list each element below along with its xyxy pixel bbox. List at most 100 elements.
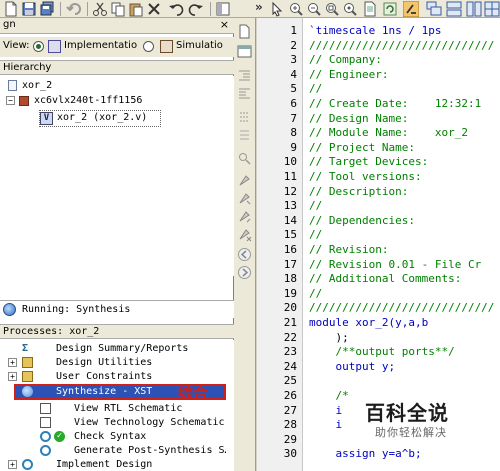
code-line: // Company: — [309, 53, 382, 67]
new-file-icon[interactable] — [3, 1, 19, 17]
zoom-fit-icon[interactable] — [342, 1, 358, 17]
undo-disabled-icon[interactable] — [66, 1, 82, 17]
process-item-label: View Technology Schematic — [74, 417, 225, 428]
process-item-generate-post-synthesis[interactable]: Generate Post-Synthesis S… — [40, 444, 226, 457]
synthesize-icon — [22, 386, 33, 397]
tile-vertical-icon[interactable] — [466, 1, 482, 17]
line-number: 29 — [283, 432, 297, 446]
document-icon[interactable] — [237, 24, 252, 39]
pointer-icon[interactable] — [270, 1, 286, 17]
implementation-radio[interactable] — [33, 41, 44, 52]
hierarchy-tree: xor_2 − xc6vlx240t-1ff1156 V xor_2 (xor_… — [0, 76, 234, 276]
copy-icon[interactable] — [110, 1, 126, 17]
zoom-out-icon[interactable] — [306, 1, 322, 17]
code-line: output y; — [309, 359, 396, 373]
find-icon[interactable] — [237, 151, 252, 166]
save-icon[interactable] — [21, 1, 37, 17]
cascade-icon[interactable] — [426, 1, 442, 17]
document-icon[interactable] — [362, 1, 378, 17]
folder-icon — [22, 357, 33, 368]
redo-icon[interactable] — [188, 1, 204, 17]
panel-toggle-icon[interactable] — [215, 1, 231, 17]
cut-icon[interactable] — [92, 1, 108, 17]
code-line: /**output ports**/ — [309, 345, 455, 359]
code-line: // Description: — [309, 184, 409, 198]
line-number: 23 — [283, 345, 297, 359]
tree-item-module[interactable]: V xor_2 (xor_2.v) — [39, 110, 161, 127]
tile-horizontal-icon[interactable] — [446, 1, 462, 17]
code-line: // Tool versions: — [309, 170, 422, 183]
line-number: 21 — [283, 316, 297, 329]
process-item-label: Synthesize - XST — [56, 386, 153, 397]
zoom-full-icon[interactable] — [324, 1, 340, 17]
back-icon[interactable] — [237, 247, 252, 262]
process-item-label: Design Summary/Reports — [56, 343, 189, 354]
undo-icon[interactable] — [168, 1, 184, 17]
bookmark-next-icon[interactable] — [237, 191, 252, 206]
implement-icon — [22, 459, 33, 470]
paste-icon[interactable] — [128, 1, 144, 17]
close-icon[interactable]: × — [220, 18, 229, 31]
summary-icon: Σ — [22, 343, 29, 354]
expand-icon[interactable]: + — [8, 460, 17, 469]
watermark-title: 百科全说 — [365, 401, 449, 425]
code-line: ); — [309, 330, 349, 344]
code-line: // Create Date: 12:32:1 — [309, 97, 482, 110]
code-line: // Module Name: xor_2 — [309, 126, 468, 140]
comment-icon[interactable] — [237, 110, 252, 125]
uncomment-icon[interactable] — [237, 128, 252, 143]
line-number: 11 — [283, 170, 297, 183]
code-line: //////////////////////////// — [309, 301, 495, 315]
simulation-icon — [160, 40, 173, 53]
code-line: i — [309, 418, 343, 432]
refresh-icon — [40, 431, 51, 442]
code-line: // Design Name: — [309, 111, 409, 125]
running-status-text: Running: Synthesis — [22, 304, 131, 315]
watermark-subtitle: 助你轻松解决 — [375, 426, 447, 439]
tree-item-label: xor_2 — [22, 80, 53, 91]
bookmark-prev-icon[interactable] — [237, 209, 252, 224]
check-icon: ✓ — [54, 431, 65, 442]
code-line: // Dependencies: — [309, 213, 415, 227]
simulation-option-label[interactable]: Simulatio — [176, 40, 234, 51]
implementation-option-label[interactable]: Implementatio — [64, 40, 142, 51]
line-number: 25 — [283, 374, 297, 388]
split-window-icon[interactable] — [484, 1, 500, 17]
view-label: View: — [3, 40, 30, 51]
expand-icon[interactable]: + — [8, 358, 17, 367]
forward-icon[interactable] — [237, 265, 252, 280]
bookmark-set-icon[interactable] — [237, 173, 252, 188]
verilog-file-icon: V — [40, 112, 53, 125]
line-number: 6 — [290, 97, 297, 110]
line-number: 19 — [283, 286, 297, 300]
code-line: // Target Devices: — [309, 155, 429, 169]
line-number: 4 — [290, 67, 297, 81]
indent-icon[interactable] — [237, 68, 252, 83]
line-number: 26 — [283, 389, 297, 402]
simulation-radio[interactable] — [143, 41, 154, 52]
design-panel-tab[interactable]: gn × — [0, 18, 234, 34]
chip-icon — [19, 96, 29, 106]
code-line: // — [309, 199, 323, 213]
more-chevron-icon[interactable]: » — [255, 0, 263, 14]
outdent-icon[interactable] — [237, 86, 252, 101]
line-number: 20 — [283, 301, 297, 315]
code-line: // Revision 0.01 - File Cr — [309, 257, 482, 271]
window-icon[interactable] — [237, 44, 252, 59]
save-all-icon[interactable] — [39, 1, 55, 17]
line-number: 18 — [283, 272, 297, 286]
bookmark-clear-icon[interactable] — [237, 227, 252, 242]
delete-icon[interactable] — [146, 1, 162, 17]
expand-icon[interactable]: + — [8, 372, 17, 381]
code-line: // Engineer: — [309, 67, 389, 81]
line-number: 28 — [283, 418, 297, 432]
processes-list: Σ Design Summary/Reports + Design Utilit… — [0, 340, 234, 471]
code-line: // Revision: — [309, 243, 389, 256]
refresh-icon[interactable] — [382, 1, 398, 17]
line-number: 17 — [283, 257, 297, 271]
zoom-in-icon[interactable] — [288, 1, 304, 17]
implementation-icon — [48, 40, 61, 53]
collapse-icon[interactable]: − — [6, 96, 15, 105]
code-line: // — [309, 228, 323, 242]
compile-icon[interactable] — [403, 1, 419, 17]
